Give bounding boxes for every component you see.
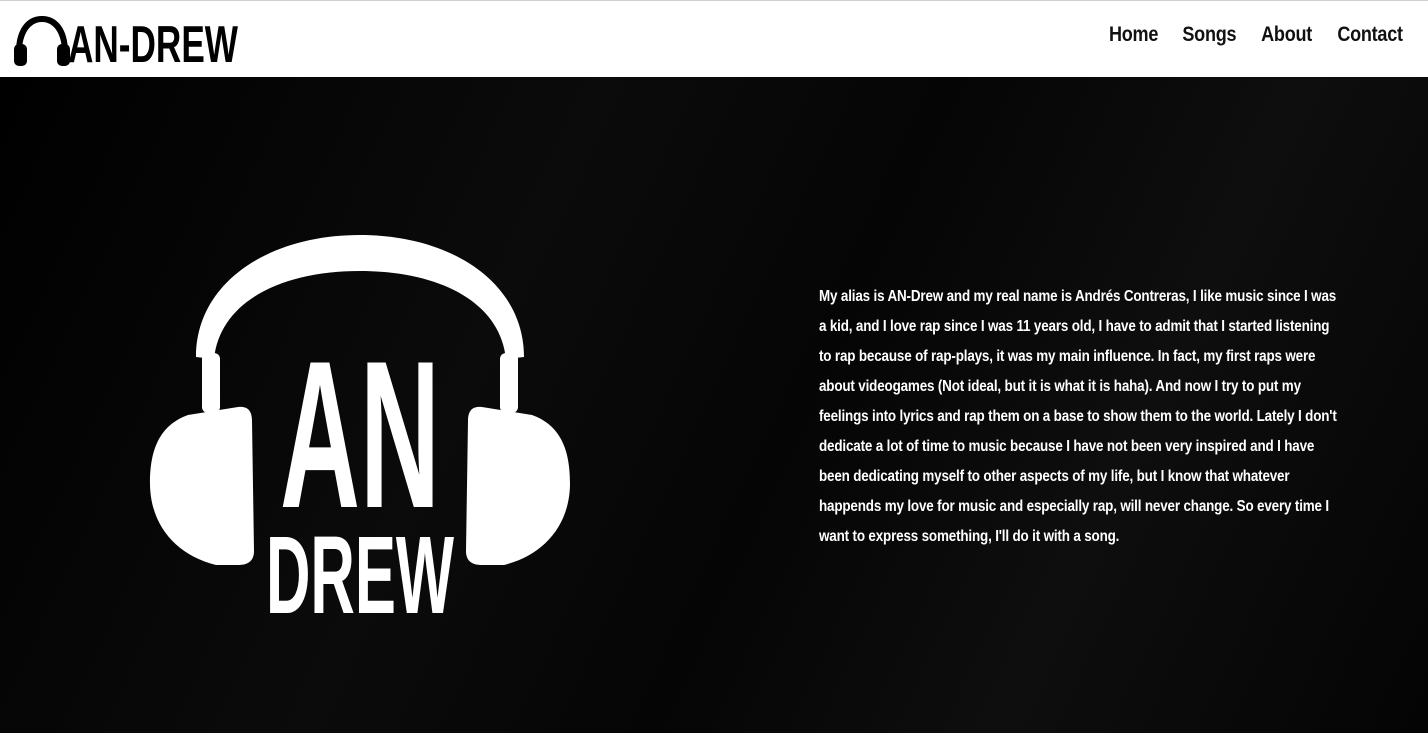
nav-home-link[interactable]: Home — [1109, 23, 1158, 47]
logo-text: AN-DREW — [68, 16, 239, 68]
bio-paragraph: My alias is AN-Drew and my real name is … — [819, 288, 1337, 545]
nav-songs-link[interactable]: Songs — [1182, 23, 1236, 47]
nav-contact-link[interactable]: Contact — [1337, 23, 1403, 47]
about-hero-section: AN DREW My alias is AN-Drew and my real … — [0, 77, 1428, 733]
bio-text-block: My alias is AN-Drew and my real name is … — [819, 282, 1344, 552]
top-navbar: AN-DREW Home Songs About Contact — [0, 0, 1428, 77]
nav-about-link[interactable]: About — [1261, 23, 1312, 47]
site-logo[interactable]: AN-DREW — [12, 12, 242, 68]
logo-text-drew: DREW — [266, 514, 454, 617]
an-drew-headphones-logo: AN DREW — [150, 235, 570, 617]
headphones-icon — [14, 16, 70, 66]
main-nav: Home Songs About Contact — [1105, 23, 1408, 47]
